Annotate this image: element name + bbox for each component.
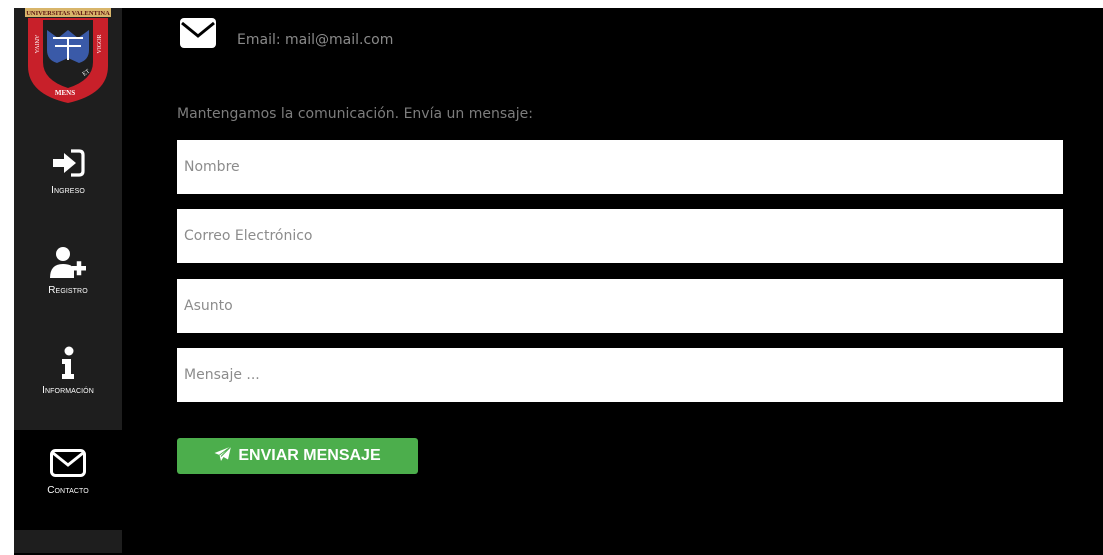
university-crest-icon: UNIVERSITAS VALENTINA ANIVA VIGOR ET MEN… [25, 8, 111, 103]
send-message-button[interactable]: ENVIAR MENSAJE [177, 438, 418, 474]
svg-text:UNIVERSITAS VALENTINA: UNIVERSITAS VALENTINA [26, 10, 110, 17]
svg-text:ANIVA: ANIVA [33, 35, 39, 54]
sidebar-item-contacto[interactable]: Contacto [14, 430, 122, 530]
email-input[interactable] [177, 209, 1063, 263]
svg-text:VIGOR: VIGOR [97, 35, 103, 54]
university-logo[interactable]: UNIVERSITAS VALENTINA ANIVA VIGOR ET MEN… [25, 8, 111, 104]
send-button-label: ENVIAR MENSAJE [238, 447, 381, 464]
sidebar-footer [14, 530, 122, 553]
contact-intro-text: Mantengamos la comunicación. Envía un me… [177, 106, 533, 122]
sidebar-item-label: Contacto [47, 485, 89, 496]
sidebar-item-informacion[interactable]: Información [14, 330, 122, 430]
sidebar-item-registro[interactable]: Registro [14, 230, 122, 330]
user-plus-icon [14, 244, 122, 282]
message-input[interactable] [177, 348, 1063, 402]
sidebar-item-label: Ingreso [51, 185, 85, 196]
envelope-icon [180, 18, 216, 53]
paper-plane-icon [214, 445, 232, 467]
subject-input[interactable] [177, 279, 1063, 333]
sign-in-icon [14, 144, 122, 182]
sidebar-item-ingreso[interactable]: Ingreso [14, 130, 122, 230]
info-icon [14, 344, 122, 382]
svg-text:MENS: MENS [55, 89, 75, 97]
sidebar-item-label: Registro [48, 285, 88, 296]
envelope-icon [14, 444, 122, 482]
name-input[interactable] [177, 140, 1063, 194]
sidebar-item-label: Información [42, 385, 94, 396]
email-label: Email: mail@mail.com [237, 32, 394, 48]
